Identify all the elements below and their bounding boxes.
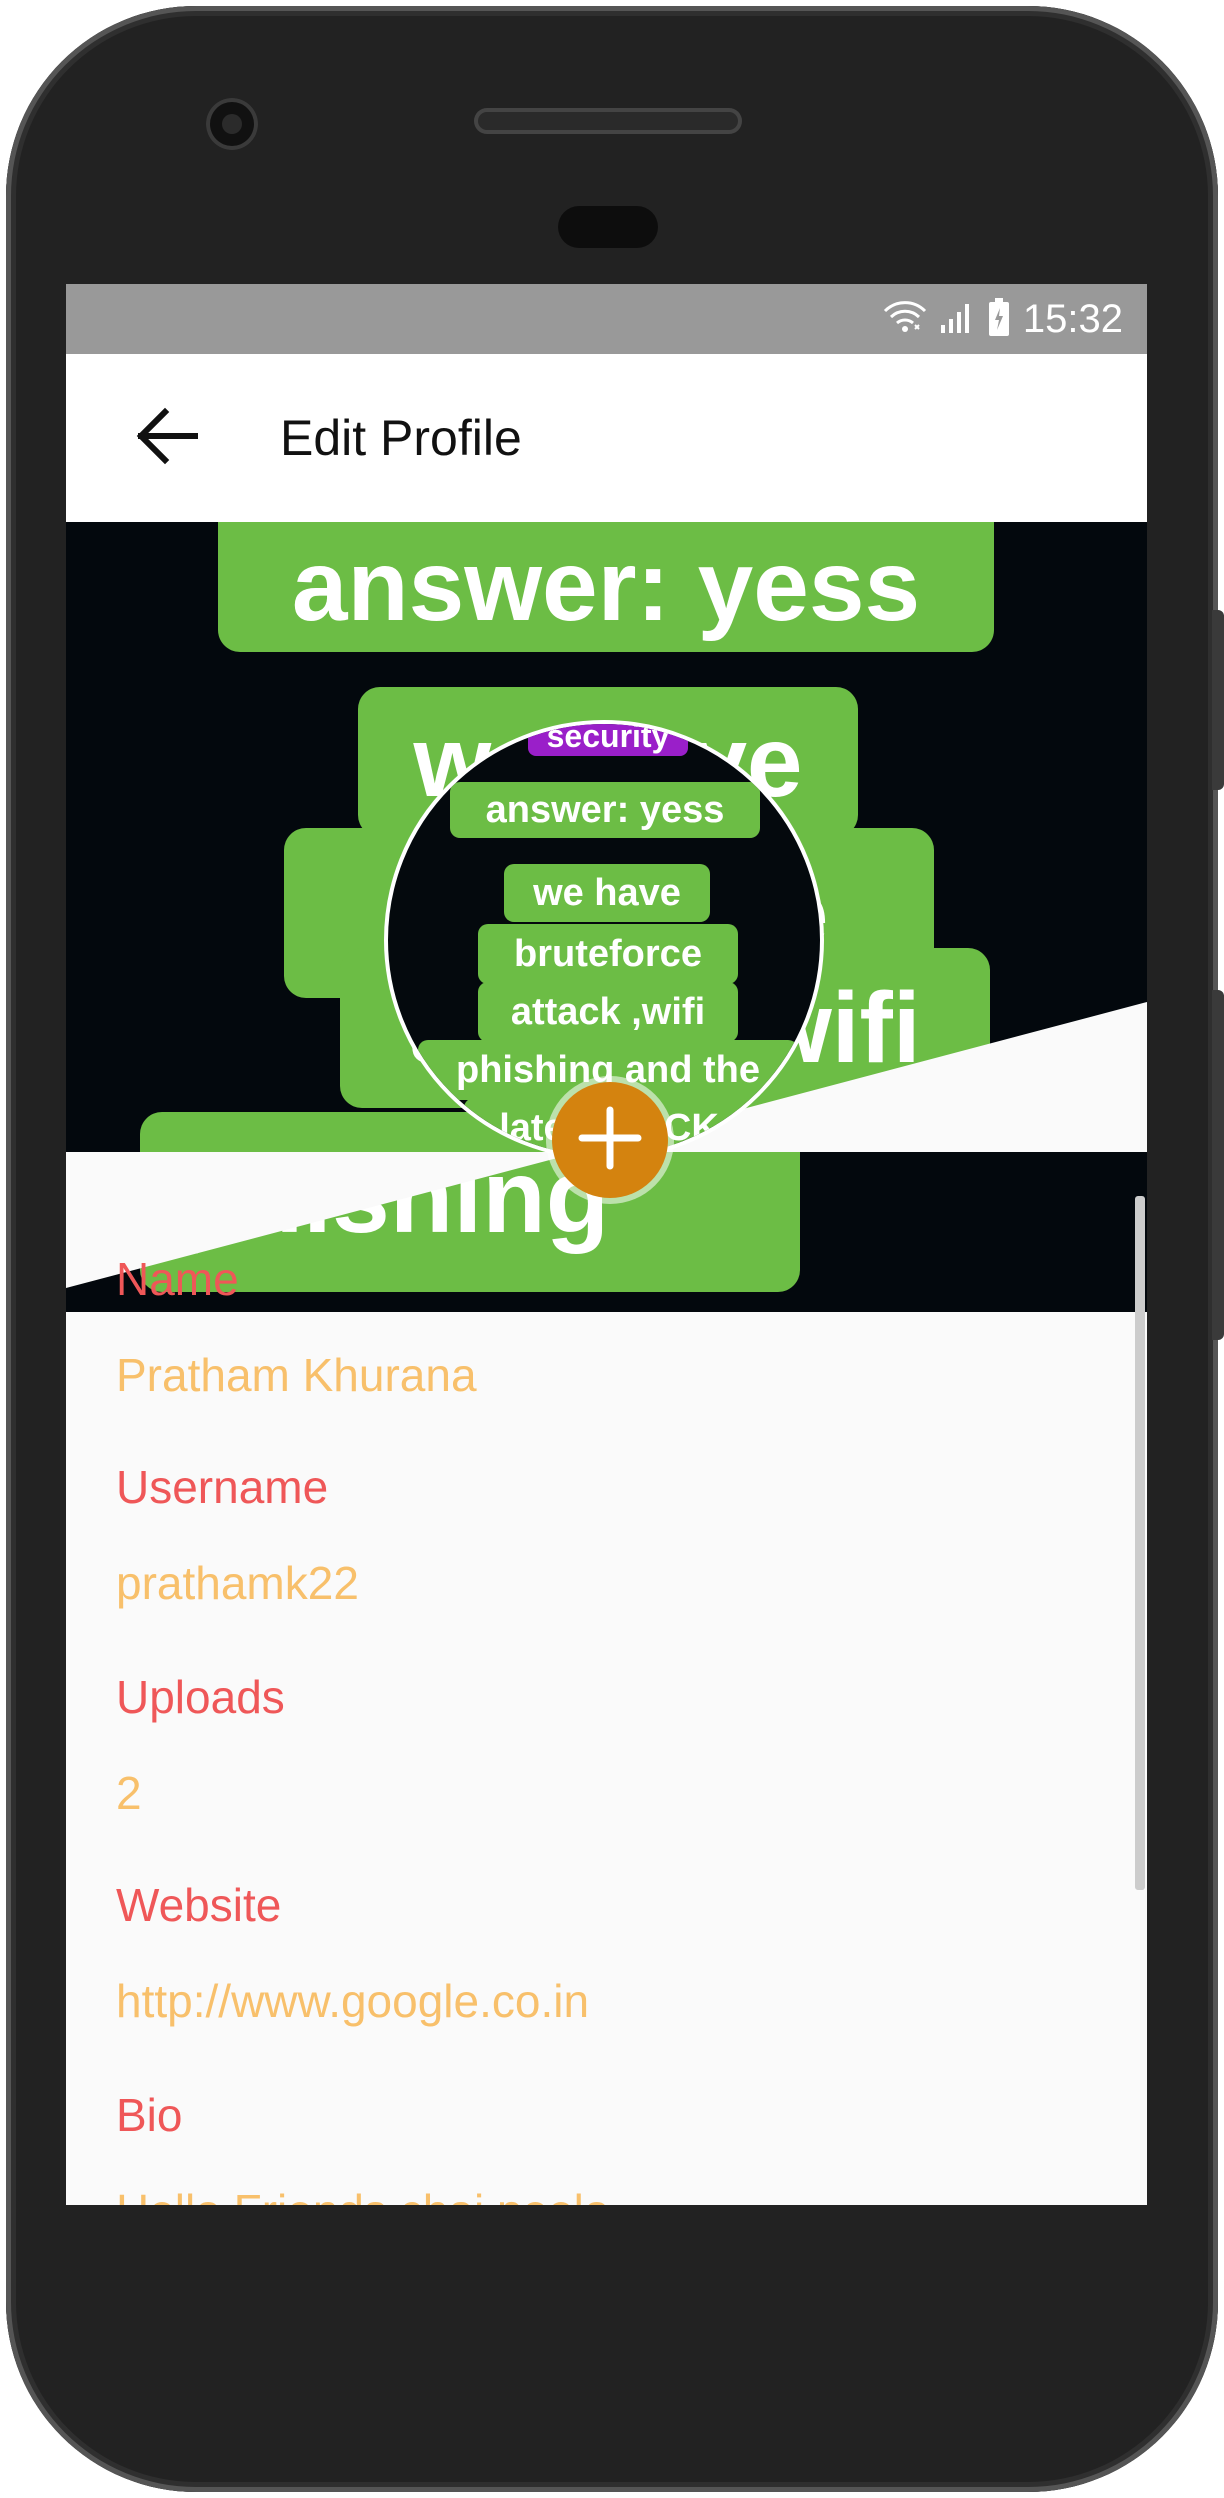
avatar-tag-text: security (528, 724, 688, 756)
uploads-field[interactable]: 2 (116, 1766, 142, 1820)
volume-button (1212, 990, 1224, 1340)
back-button[interactable] (126, 398, 206, 478)
signal-icon (939, 299, 975, 339)
plus-icon (578, 1106, 642, 1174)
name-field[interactable]: Pratham Khurana (116, 1348, 477, 1402)
username-label: Username (116, 1461, 329, 1513)
bio-label: Bio (116, 2089, 183, 2141)
status-time: 15:32 (1022, 297, 1123, 341)
avatar-text-line: we have (504, 864, 710, 922)
website-field[interactable]: http://www.google.co.in (116, 1974, 589, 2028)
website-label: Website (116, 1879, 282, 1931)
battery-icon (987, 297, 1011, 341)
avatar-text-line: answer: yess (450, 782, 760, 838)
scrollbar-thumb[interactable] (1135, 1196, 1145, 1890)
phone-screen: 15:32 Edit Profile answer: yess we have … (66, 284, 1147, 2205)
avatar-text-line: bruteforce (478, 924, 738, 984)
uploads-label: Uploads (116, 1671, 285, 1723)
proximity-sensor (558, 206, 658, 248)
front-camera (206, 98, 258, 150)
avatar-text-line: attack ,wifi (478, 982, 738, 1042)
name-label: Name (116, 1253, 239, 1305)
power-button (1212, 610, 1224, 790)
earpiece-speaker (474, 108, 742, 134)
username-field[interactable]: prathamk22 (116, 1556, 359, 1610)
cover-text-line: answer: yess (218, 522, 994, 652)
phone-device: 15:32 Edit Profile answer: yess we have … (0, 0, 1224, 2498)
arrow-left-icon (133, 406, 199, 470)
status-icons: 15:32 (883, 296, 1123, 342)
page-title: Edit Profile (280, 410, 522, 466)
status-bar: 15:32 (66, 284, 1147, 354)
wifi-icon (883, 299, 927, 339)
add-photo-button[interactable] (552, 1082, 668, 1198)
scrollbar[interactable] (1135, 1196, 1147, 2176)
bio-field[interactable]: Hello Friends chai peelo (116, 2184, 610, 2205)
app-bar: Edit Profile (66, 354, 1147, 522)
